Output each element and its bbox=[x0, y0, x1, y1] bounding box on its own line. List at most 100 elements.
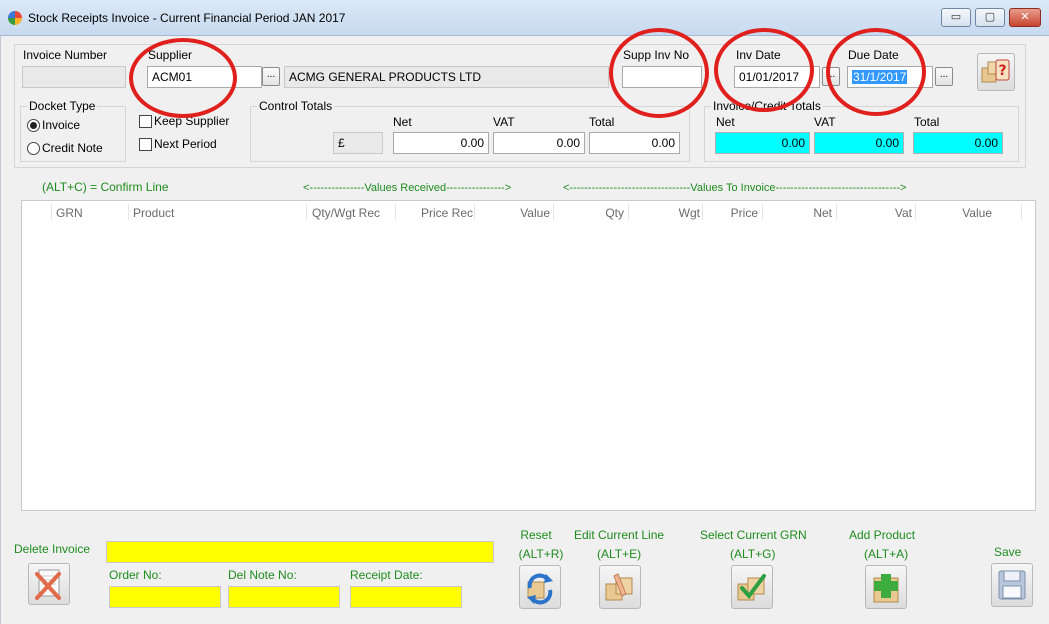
credit-note-radio[interactable] bbox=[27, 142, 40, 155]
maximize-button[interactable]: ▢ bbox=[975, 8, 1005, 27]
delete-document-icon bbox=[35, 569, 61, 600]
column-separator bbox=[474, 204, 475, 220]
refresh-icon bbox=[527, 573, 553, 605]
control-vat-input[interactable]: 0.00 bbox=[493, 132, 585, 154]
values-received-hint: <---------------Values Received---------… bbox=[303, 182, 512, 194]
column-separator bbox=[762, 204, 763, 220]
close-button[interactable]: ✕ bbox=[1009, 8, 1041, 27]
col-product[interactable]: Product bbox=[133, 206, 174, 220]
invoice-number-field[interactable] bbox=[22, 66, 126, 88]
control-total-input[interactable]: 0.00 bbox=[589, 132, 680, 154]
col-qty-wgt-rec[interactable]: Qty/Wgt Rec bbox=[308, 206, 380, 220]
due-date-picker-button[interactable]: ... bbox=[935, 67, 953, 86]
notes-field[interactable] bbox=[106, 541, 494, 563]
col-price[interactable]: Price bbox=[712, 206, 758, 220]
keep-supplier-label[interactable]: Keep Supplier bbox=[154, 114, 229, 128]
next-period-label[interactable]: Next Period bbox=[154, 137, 217, 151]
select-grn-label: Select Current GRN bbox=[700, 528, 807, 542]
column-separator bbox=[702, 204, 703, 220]
col-vat[interactable]: Vat bbox=[862, 206, 912, 220]
control-net-label: Net bbox=[393, 115, 412, 129]
invoice-radio[interactable] bbox=[27, 119, 40, 132]
select-grn-button[interactable] bbox=[731, 565, 773, 609]
edit-box-icon bbox=[605, 573, 633, 601]
column-separator bbox=[395, 204, 396, 220]
save-button[interactable] bbox=[991, 563, 1033, 607]
column-separator bbox=[51, 204, 52, 220]
edit-line-label: Edit Current Line bbox=[574, 528, 665, 542]
col-value-rec[interactable]: Value bbox=[492, 206, 550, 220]
column-separator bbox=[628, 204, 629, 220]
save-label: Save bbox=[994, 545, 1022, 559]
invoice-net-label: Net bbox=[716, 115, 735, 129]
help-box-icon: ? bbox=[981, 59, 1010, 83]
column-separator bbox=[128, 204, 129, 220]
add-product-button[interactable] bbox=[865, 565, 907, 609]
credit-note-radio-label[interactable]: Credit Note bbox=[42, 141, 103, 155]
edit-line-shortcut: (ALT+E) bbox=[597, 547, 642, 561]
select-grn-shortcut: (ALT+G) bbox=[730, 547, 776, 561]
invoice-total-label: Total bbox=[914, 115, 940, 129]
due-date-selected-text: 31/1/2017 bbox=[852, 70, 908, 84]
delete-invoice-label: Delete Invoice bbox=[14, 542, 91, 556]
docket-type-label: Docket Type bbox=[27, 99, 98, 113]
control-net-input[interactable]: 0.00 bbox=[393, 132, 489, 154]
column-separator bbox=[915, 204, 916, 220]
supplier-label: Supplier bbox=[148, 48, 193, 62]
supplier-code-input[interactable]: ACM01 bbox=[147, 66, 262, 88]
invoice-radio-label[interactable]: Invoice bbox=[42, 118, 80, 132]
column-separator bbox=[553, 204, 554, 220]
add-box-icon bbox=[873, 574, 899, 603]
next-period-checkbox[interactable] bbox=[139, 138, 152, 151]
col-qty[interactable]: Qty bbox=[577, 206, 624, 220]
order-no-label: Order No: bbox=[109, 568, 162, 582]
grid-header: GRN Product Qty/Wgt Rec Price Rec Value … bbox=[22, 201, 1035, 223]
del-note-no-input[interactable] bbox=[228, 586, 340, 608]
supplier-name-field: ACMG GENERAL PRODUCTS LTD bbox=[284, 66, 609, 88]
app-icon bbox=[8, 11, 22, 25]
add-product-shortcut: (ALT+A) bbox=[864, 547, 909, 561]
supp-inv-no-label: Supp Inv No bbox=[623, 48, 690, 62]
invoice-vat-field: 0.00 bbox=[814, 132, 904, 154]
delete-invoice-button[interactable] bbox=[28, 563, 70, 605]
col-wgt[interactable]: Wgt bbox=[654, 206, 700, 220]
receipt-date-label: Receipt Date: bbox=[350, 568, 423, 582]
add-product-label: Add Product bbox=[849, 528, 916, 542]
col-grn[interactable]: GRN bbox=[56, 206, 83, 220]
keep-supplier-checkbox[interactable] bbox=[139, 115, 152, 128]
edit-line-button[interactable] bbox=[599, 565, 641, 609]
minimize-button[interactable]: ▭ bbox=[941, 8, 971, 27]
control-total-label: Total bbox=[589, 115, 615, 129]
column-separator bbox=[1021, 204, 1022, 220]
reset-label: Reset bbox=[520, 528, 552, 542]
col-net[interactable]: Net bbox=[782, 206, 832, 220]
window-title: Stock Receipts Invoice - Current Financi… bbox=[28, 11, 346, 25]
supplier-lookup-button[interactable]: ... bbox=[262, 67, 280, 86]
inv-date-input[interactable]: 01/01/2017 bbox=[734, 66, 820, 88]
invoice-vat-label: VAT bbox=[814, 115, 836, 129]
order-no-input[interactable] bbox=[109, 586, 221, 608]
check-box-icon bbox=[737, 574, 766, 601]
invoice-net-field: 0.00 bbox=[715, 132, 810, 154]
control-vat-label: VAT bbox=[493, 115, 515, 129]
receipt-date-input[interactable] bbox=[350, 586, 462, 608]
reset-shortcut: (ALT+R) bbox=[518, 547, 564, 561]
inv-date-picker-button[interactable]: ... bbox=[822, 67, 840, 86]
due-date-input[interactable]: 31/1/2017 bbox=[847, 66, 933, 88]
invoice-total-field: 0.00 bbox=[913, 132, 1003, 154]
help-button[interactable]: ? bbox=[977, 53, 1015, 91]
supp-inv-no-input[interactable] bbox=[622, 66, 702, 88]
column-separator bbox=[306, 204, 307, 220]
del-note-no-label: Del Note No: bbox=[228, 568, 297, 582]
reset-button[interactable] bbox=[519, 565, 561, 609]
col-value[interactable]: Value bbox=[942, 206, 992, 220]
inv-date-label: Inv Date bbox=[736, 48, 781, 62]
control-totals-label: Control Totals bbox=[257, 99, 335, 113]
col-price-rec[interactable]: Price Rec bbox=[402, 206, 473, 220]
floppy-disk-icon bbox=[998, 570, 1026, 600]
currency-field: £ bbox=[333, 132, 383, 154]
svg-text:?: ? bbox=[998, 63, 1006, 79]
title-bar[interactable]: Stock Receipts Invoice - Current Financi… bbox=[0, 0, 1049, 36]
column-separator bbox=[836, 204, 837, 220]
lines-grid[interactable]: GRN Product Qty/Wgt Rec Price Rec Value … bbox=[21, 200, 1036, 511]
